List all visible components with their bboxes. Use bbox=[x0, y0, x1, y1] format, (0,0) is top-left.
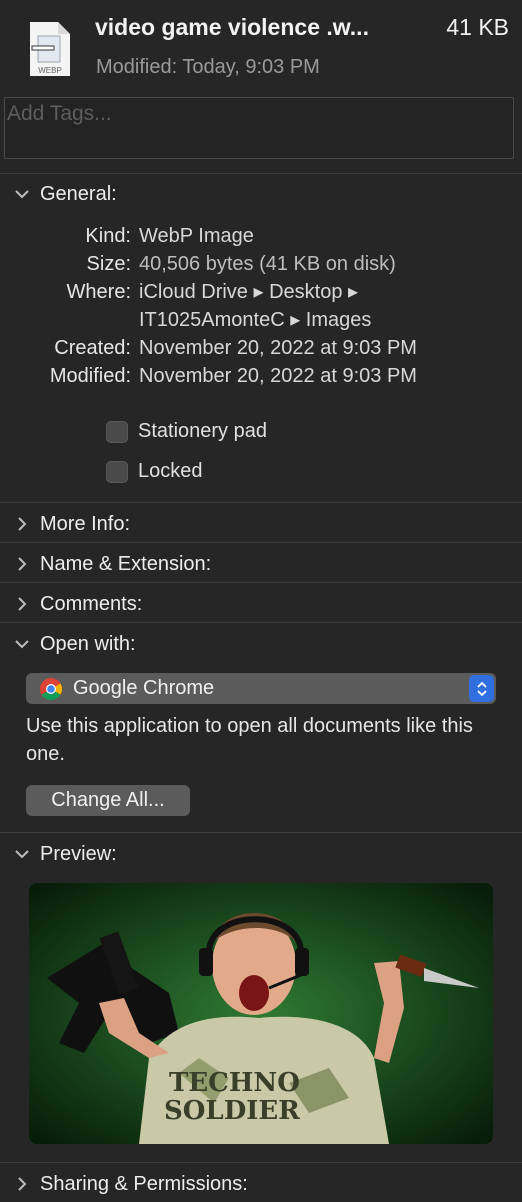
size-value: 40,506 bytes (41 KB on disk) bbox=[139, 253, 396, 275]
modified-value: Today, 9:03 PM bbox=[182, 56, 320, 78]
locked-checkbox[interactable]: Locked bbox=[106, 460, 203, 483]
chevron-right-icon bbox=[18, 557, 27, 571]
divider bbox=[0, 1162, 522, 1163]
divider bbox=[0, 173, 522, 174]
section-more-info[interactable]: More Info: bbox=[12, 509, 130, 539]
shirt-text-line2: SOLDIER bbox=[164, 1096, 300, 1126]
section-open-with[interactable]: Open with: bbox=[12, 629, 136, 659]
chevron-right-icon bbox=[18, 1177, 27, 1191]
checkbox-box[interactable] bbox=[106, 460, 128, 483]
preview-photo: TECHNO SOLDIER bbox=[29, 883, 493, 1144]
modified-label: Modified: bbox=[96, 56, 178, 78]
divider bbox=[0, 832, 522, 833]
where-value-cont: IT1025AmonteC ▸ Images bbox=[139, 309, 372, 331]
section-name-extension[interactable]: Name & Extension: bbox=[12, 549, 211, 579]
section-comments-label: Comments: bbox=[40, 592, 143, 615]
shirt-text-line1: TECHNO bbox=[169, 1068, 300, 1098]
section-general-label: General: bbox=[40, 182, 117, 205]
chevron-down-icon bbox=[15, 850, 29, 859]
modified-line: Modified: Today, 9:03 PM bbox=[96, 56, 320, 79]
created-value: November 20, 2022 at 9:03 PM bbox=[139, 337, 417, 359]
checkbox-box[interactable] bbox=[106, 420, 128, 443]
chevron-down-icon bbox=[15, 640, 29, 649]
size-label: Size: bbox=[86, 253, 131, 275]
modified-date-label: Modified: bbox=[49, 365, 131, 387]
file-name: video game violence .w... bbox=[95, 14, 369, 40]
image-preview: TECHNO SOLDIER bbox=[29, 883, 493, 1144]
info-row-size: Size: 40,506 bytes (41 KB on disk) bbox=[11, 250, 417, 278]
section-general[interactable]: General: bbox=[12, 179, 117, 209]
info-row-created: Created: November 20, 2022 at 9:03 PM bbox=[11, 334, 417, 362]
info-row-where-cont: IT1025AmonteC ▸ Images bbox=[11, 306, 417, 334]
info-row-where: Where: iCloud Drive ▸ Desktop ▸ bbox=[11, 278, 417, 306]
file-size: 41 KB bbox=[446, 14, 509, 40]
modified-date-value: November 20, 2022 at 9:03 PM bbox=[139, 365, 417, 387]
svg-text:WEBP: WEBP bbox=[38, 66, 62, 75]
created-label: Created: bbox=[54, 337, 131, 359]
divider bbox=[0, 622, 522, 623]
kind-value: WebP Image bbox=[139, 225, 254, 247]
selected-app-label: Google Chrome bbox=[73, 677, 215, 699]
section-more-info-label: More Info: bbox=[40, 512, 131, 535]
divider bbox=[0, 542, 522, 543]
info-row-kind: Kind: WebP Image bbox=[11, 222, 417, 250]
kind-label: Kind: bbox=[85, 225, 131, 247]
change-all-button[interactable]: Change All... bbox=[26, 785, 190, 816]
divider bbox=[0, 502, 522, 503]
chevron-right-icon bbox=[18, 597, 27, 611]
info-row-modified: Modified: November 20, 2022 at 9:03 PM bbox=[11, 362, 417, 390]
open-with-app-select[interactable]: Google Chrome bbox=[26, 673, 496, 704]
section-name-extension-label: Name & Extension: bbox=[40, 552, 212, 575]
tags-field[interactable] bbox=[4, 97, 514, 159]
stationery-pad-checkbox[interactable]: Stationery pad bbox=[106, 420, 267, 443]
section-sharing-permissions-label: Sharing & Permissions: bbox=[40, 1172, 248, 1195]
stationery-pad-label: Stationery pad bbox=[138, 420, 267, 442]
section-comments[interactable]: Comments: bbox=[12, 589, 142, 619]
google-chrome-icon bbox=[40, 677, 62, 700]
popup-stepper-icon[interactable] bbox=[469, 675, 494, 702]
where-value: iCloud Drive ▸ Desktop ▸ bbox=[139, 281, 359, 303]
section-preview-label: Preview: bbox=[40, 842, 117, 865]
where-label-cont bbox=[11, 306, 139, 334]
open-with-description: Use this application to open all documen… bbox=[26, 715, 473, 765]
section-open-with-label: Open with: bbox=[40, 632, 136, 655]
locked-label: Locked bbox=[138, 460, 203, 482]
chevron-down-icon bbox=[15, 190, 29, 199]
divider bbox=[0, 582, 522, 583]
webp-file-icon: WEBP bbox=[24, 20, 74, 78]
section-sharing-permissions[interactable]: Sharing & Permissions: bbox=[12, 1169, 248, 1199]
section-preview[interactable]: Preview: bbox=[12, 839, 117, 869]
where-label: Where: bbox=[66, 281, 131, 303]
tags-input[interactable] bbox=[5, 98, 499, 130]
chevron-right-icon bbox=[18, 517, 27, 531]
general-info: Kind: WebP Image Size: 40,506 bytes (41 KB… bbox=[11, 222, 417, 390]
